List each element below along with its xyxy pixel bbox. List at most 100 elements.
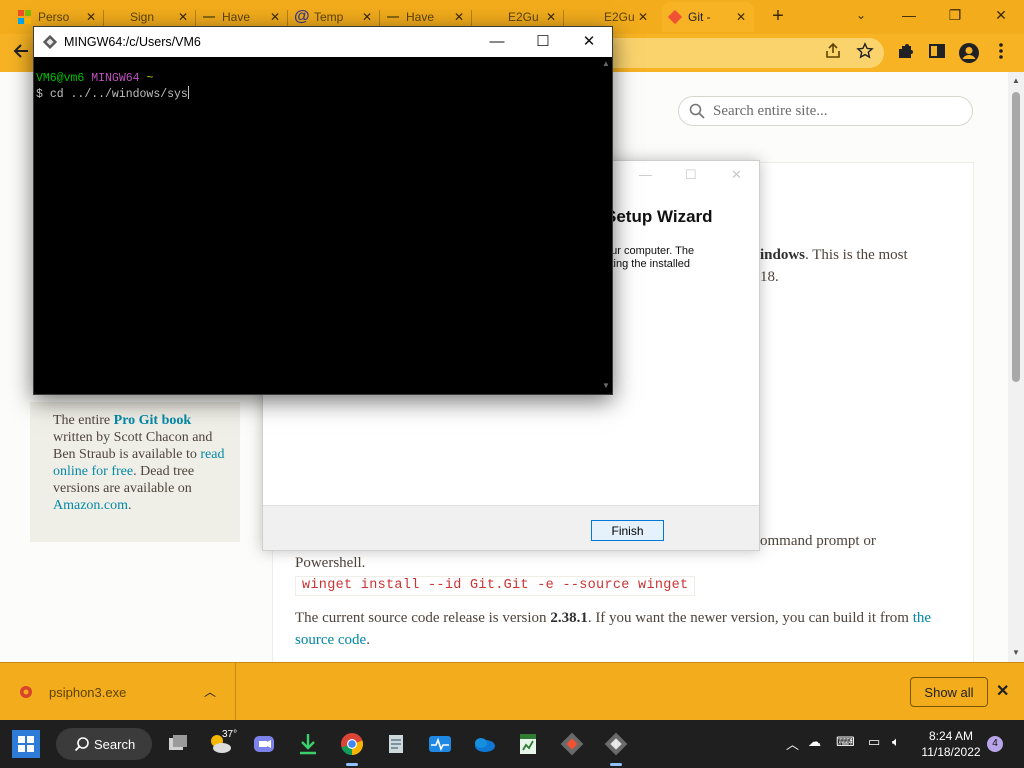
version-text-fragment: 18. — [760, 269, 779, 285]
finish-button[interactable]: Finish — [591, 520, 664, 541]
search-icon — [689, 103, 705, 119]
tab-close-icon[interactable]: ✕ — [360, 10, 374, 24]
download-item[interactable]: psiphon3.exe ︿ — [0, 663, 236, 721]
extensions-icon[interactable] — [894, 42, 916, 64]
terminal-minimize-button[interactable]: — — [482, 31, 512, 53]
browser-restore-button[interactable]: ❐ — [932, 0, 978, 32]
taskbar-search-label: Search — [94, 737, 136, 752]
terminal-close-button[interactable]: ✕ — [574, 31, 604, 53]
back-arrow-icon[interactable] — [10, 42, 32, 64]
wizard-close-button[interactable]: ✕ — [731, 167, 742, 183]
psiphon-app-icon — [20, 686, 32, 698]
microsoft-icon — [18, 10, 32, 24]
terminal-command: cd ../../windows/sys — [49, 88, 188, 101]
prompt-system: MINGW64 — [91, 72, 140, 85]
site-search[interactable] — [678, 96, 973, 126]
activity-monitor-icon[interactable] — [424, 728, 456, 760]
tab-close-icon[interactable]: ✕ — [734, 10, 748, 24]
git-installer-icon[interactable] — [556, 728, 588, 760]
downloads-bar: psiphon3.exe ︿ Show all ✕ — [0, 662, 1024, 721]
windows-text-fragment: indows. This is the most — [760, 247, 908, 263]
spreadsheet-icon[interactable] — [512, 728, 544, 760]
wizard-maximize-button[interactable]: ☐ — [685, 167, 697, 183]
keyboard-icon[interactable]: ⌨ — [836, 734, 855, 750]
scroll-down-icon[interactable]: ▼ — [1008, 648, 1024, 657]
tab-close-icon[interactable]: ✕ — [636, 10, 650, 24]
sidepanel-icon[interactable] — [926, 42, 948, 64]
source-code-link[interactable]: the — [913, 610, 931, 626]
tab-title: E2Gu — [508, 10, 539, 24]
terminal-titlebar[interactable]: MINGW64:/c/Users/VM6 — ☐ ✕ — [34, 27, 612, 57]
terminal-scrollbar[interactable]: ▲ ▼ — [600, 57, 612, 394]
taskbar-search[interactable]: Search — [56, 728, 152, 760]
powershell-text: Powershell. — [295, 555, 366, 571]
tab-git[interactable]: Git - ✕ — [662, 2, 754, 32]
site-icon — [386, 10, 400, 24]
chat-icon[interactable] — [248, 728, 280, 760]
tab-title: Perso — [38, 10, 70, 24]
onedrive-icon[interactable] — [468, 728, 500, 760]
cloud-icon[interactable]: ☁ — [808, 734, 821, 750]
clock-time: 8:24 AM — [928, 729, 974, 743]
terminal-output[interactable]: VM6@vm6 MINGW64 ~ $ cd ../../windows/sys — [36, 71, 189, 102]
search-input[interactable] — [713, 101, 963, 121]
browser-close-button[interactable]: ✕ — [978, 0, 1024, 32]
display-icon[interactable]: ▭ — [868, 734, 880, 750]
scroll-down-icon[interactable]: ▼ — [600, 381, 612, 390]
scroll-up-icon[interactable]: ▲ — [600, 59, 612, 68]
browser-minimize-button[interactable]: — — [886, 0, 932, 32]
wizard-minimize-button[interactable]: — — [639, 167, 652, 182]
mingw64-terminal-window[interactable]: MINGW64:/c/Users/VM6 — ☐ ✕ VM6@vm6 MINGW… — [33, 26, 613, 395]
close-downloads-icon[interactable]: ✕ — [996, 681, 1009, 701]
pro-git-book-link[interactable]: Pro Git book — [114, 413, 192, 428]
chrome-icon[interactable] — [336, 728, 368, 766]
tab-search-dropdown[interactable]: ⌄ — [838, 0, 884, 32]
wizard-text-line: our computer. The — [605, 245, 695, 257]
show-all-button[interactable]: Show all — [910, 677, 988, 707]
prompt-symbol: $ — [36, 88, 43, 101]
tab-title: E2Gu — [604, 10, 635, 24]
address-bar[interactable] — [600, 38, 884, 68]
weather-temperature: 37° — [222, 729, 238, 740]
chevron-up-icon[interactable]: ︿ — [786, 734, 799, 753]
source-code-link[interactable]: source code — [295, 632, 366, 648]
share-icon[interactable] — [822, 42, 844, 64]
tab-close-icon[interactable]: ✕ — [452, 10, 466, 24]
tab-close-icon[interactable]: ✕ — [268, 10, 282, 24]
chevron-up-icon[interactable]: ︿ — [204, 683, 216, 700]
tab-close-icon[interactable]: ✕ — [176, 10, 190, 24]
new-tab-button[interactable]: + — [766, 4, 790, 28]
taskbar-clock[interactable]: 8:24 AM 11/18/2022 — [916, 728, 986, 760]
tab-close-icon[interactable]: ✕ — [544, 10, 558, 24]
terminal-maximize-button[interactable]: ☐ — [528, 31, 558, 53]
wizard-footer: Finish — [263, 505, 759, 550]
scrollbar-thumb[interactable] — [1012, 92, 1020, 382]
pro-git-book-blurb: The entire Pro Git book written by Scott… — [53, 413, 225, 513]
search-icon — [74, 737, 89, 752]
git-bash-icon — [43, 35, 57, 49]
speaker-icon[interactable]: 🔈︎ — [892, 734, 900, 750]
notification-badge[interactable]: 4 — [987, 736, 1003, 752]
task-view-icon[interactable] — [162, 728, 194, 760]
source-code-paragraph: The current source code release is versi… — [295, 610, 932, 648]
start-button[interactable] — [12, 730, 40, 758]
git-icon — [667, 9, 683, 25]
notepad-icon[interactable] — [380, 728, 412, 760]
tab-close-icon[interactable]: ✕ — [84, 10, 98, 24]
git-bash-icon[interactable] — [600, 728, 632, 766]
text-cursor — [187, 86, 189, 99]
scroll-up-icon[interactable]: ▲ — [1008, 76, 1024, 85]
amazon-link[interactable]: Amazon.com — [53, 498, 128, 513]
prompt-cwd: ~ — [146, 72, 154, 85]
download-arrow-icon[interactable] — [292, 728, 324, 760]
command-prompt-fragment: ommand prompt or — [760, 533, 876, 549]
winget-command: winget install --id Git.Git -e --source … — [295, 576, 696, 596]
wizard-text-line: cting the installed — [605, 258, 690, 270]
generic-page-icon — [110, 10, 124, 24]
download-file-name: psiphon3.exe — [49, 685, 127, 700]
menu-icon[interactable] — [990, 42, 1012, 64]
profile-icon[interactable] — [958, 42, 980, 64]
page-scrollbar[interactable]: ▲ ▼ — [1008, 72, 1024, 662]
tab-title: Have — [406, 10, 435, 24]
star-icon[interactable] — [854, 42, 876, 64]
